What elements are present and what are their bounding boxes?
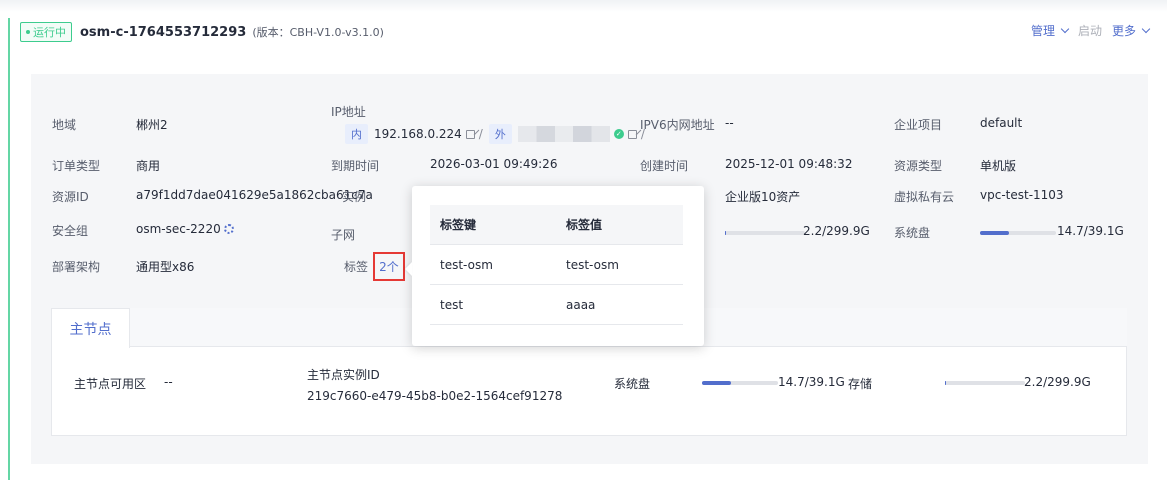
- enterprise-project-label: 企业项目: [894, 118, 943, 132]
- deploy-arch-label: 部署架构: [52, 260, 101, 274]
- start-button[interactable]: 启动: [1078, 22, 1102, 39]
- ip-outer-masked-value: [517, 126, 610, 142]
- security-group-value[interactable]: osm-sec-2220: [136, 222, 221, 236]
- page-top-shadow: [0, 0, 1167, 12]
- ipv6-value: --: [725, 116, 734, 130]
- master-storage-usage-bar: [945, 381, 1025, 385]
- instance-label: 实例: [342, 190, 367, 204]
- resource-type-value: 单机版: [980, 159, 1017, 173]
- order-type-value: 商用: [136, 159, 161, 173]
- tag-key-column-header: 标签键: [440, 218, 477, 232]
- system-disk-label: 系统盘: [894, 226, 931, 240]
- status-dot-icon: [26, 30, 30, 34]
- expire-time-label: 到期时间: [331, 159, 380, 173]
- chevron-down-icon: [1060, 24, 1070, 34]
- tags-table-header: 标签键 标签值: [430, 205, 683, 245]
- system-disk-usage-bar: [980, 231, 1056, 235]
- vpc-value[interactable]: vpc-test-1103: [980, 188, 1064, 202]
- storage-usage-value: 2.2/299.9G: [803, 224, 870, 238]
- enterprise-project-value: default: [980, 116, 1023, 130]
- tag-key-cell: test-osm: [440, 257, 493, 272]
- edit-icon[interactable]: [627, 129, 637, 139]
- ip-address-group: 内 192.168.0.224 / 外 ✓ /: [345, 124, 645, 144]
- vpc-label: 虚拟私有云: [894, 190, 955, 204]
- master-instance-id-value: 219c7660-e479-45b8-b0e2-1564cef91278: [307, 389, 563, 403]
- header-actions: 管理 启动 更多: [1030, 22, 1151, 39]
- storage-usage-bar: [725, 231, 805, 235]
- subnet-label: 子网: [331, 228, 356, 242]
- tag-value-cell: test-osm: [566, 257, 619, 272]
- order-type-label: 订单类型: [52, 159, 101, 173]
- tab-master-node-label: 主节点: [69, 321, 112, 338]
- chevron-down-icon: [1141, 24, 1151, 34]
- table-row: test-osm test-osm: [430, 245, 683, 285]
- created-time-value: 2025-12-01 09:48:32: [725, 157, 853, 171]
- created-time-label: 创建时间: [640, 159, 689, 173]
- status-text: 运行中: [33, 26, 66, 39]
- tag-value-cell: aaaa: [566, 297, 596, 312]
- tag-value-column-header: 标签值: [566, 218, 603, 232]
- tags-label: 标签: [344, 260, 369, 274]
- resource-type-label: 资源类型: [894, 159, 943, 173]
- master-az-value: --: [164, 375, 173, 389]
- tags-count-link[interactable]: 2个: [373, 252, 405, 281]
- table-row: test aaaa: [430, 285, 683, 325]
- resource-id-value: a79f1dd7dae041629e5a1862cba61c7a: [136, 188, 373, 202]
- edit-icon[interactable]: [465, 129, 475, 139]
- separator: /: [478, 127, 483, 141]
- status-badge: 运行中: [20, 22, 72, 42]
- master-sysdisk-usage-fill: [702, 381, 731, 385]
- tags-count-text: 2个: [379, 260, 399, 274]
- master-instance-id-label: 主节点实例ID: [307, 368, 380, 382]
- region-value: 郴州2: [136, 118, 168, 132]
- ip-inner-value: 192.168.0.224: [374, 127, 462, 141]
- security-group-label: 安全组: [52, 224, 89, 238]
- ipv6-label: IPV6内网地址: [640, 118, 715, 132]
- spec-value: 企业版10资产: [725, 190, 801, 204]
- master-storage-usage-fill: [945, 381, 946, 385]
- more-label: 更多: [1111, 24, 1136, 38]
- ip-outer-tag: 外: [488, 124, 512, 144]
- system-disk-usage-fill: [980, 231, 1009, 235]
- more-dropdown[interactable]: 更多: [1111, 22, 1151, 39]
- master-storage-value: 2.2/299.9G: [1024, 375, 1091, 389]
- gear-icon[interactable]: [223, 224, 234, 234]
- manage-label: 管理: [1030, 24, 1055, 38]
- master-sysdisk-label: 系统盘: [614, 377, 651, 391]
- master-az-label: 主节点可用区: [74, 377, 147, 391]
- instance-version: (版本：CBH-V1.0-v3.1.0): [252, 26, 384, 39]
- system-disk-value: 14.7/39.1G: [1057, 224, 1124, 238]
- ip-inner-tag: 内: [345, 124, 368, 144]
- master-sysdisk-usage-bar: [702, 381, 778, 385]
- resource-id-label: 资源ID: [52, 190, 89, 204]
- instance-header: 运行中 osm-c-1764553712293 (版本：CBH-V1.0-v3.…: [20, 22, 384, 42]
- check-circle-icon: ✓: [613, 129, 624, 139]
- popover-arrow: [405, 262, 412, 276]
- expire-time-value: 2026-03-01 09:49:26: [430, 157, 558, 171]
- ip-label: IP地址: [331, 105, 366, 119]
- storage-usage-fill: [725, 231, 726, 235]
- security-group-item: osm-sec-2220: [136, 222, 234, 236]
- tab-master-node[interactable]: 主节点: [51, 308, 130, 348]
- tag-key-cell: test: [440, 297, 464, 312]
- tags-table: 标签键 标签值 test-osm test-osm test aaaa: [430, 205, 683, 325]
- master-sysdisk-value: 14.7/39.1G: [778, 375, 845, 389]
- manage-dropdown[interactable]: 管理: [1030, 22, 1070, 39]
- instance-name: osm-c-1764553712293: [80, 24, 247, 40]
- region-label: 地域: [52, 118, 77, 132]
- master-storage-label: 存储: [848, 377, 873, 391]
- deploy-arch-value: 通用型x86: [136, 260, 195, 274]
